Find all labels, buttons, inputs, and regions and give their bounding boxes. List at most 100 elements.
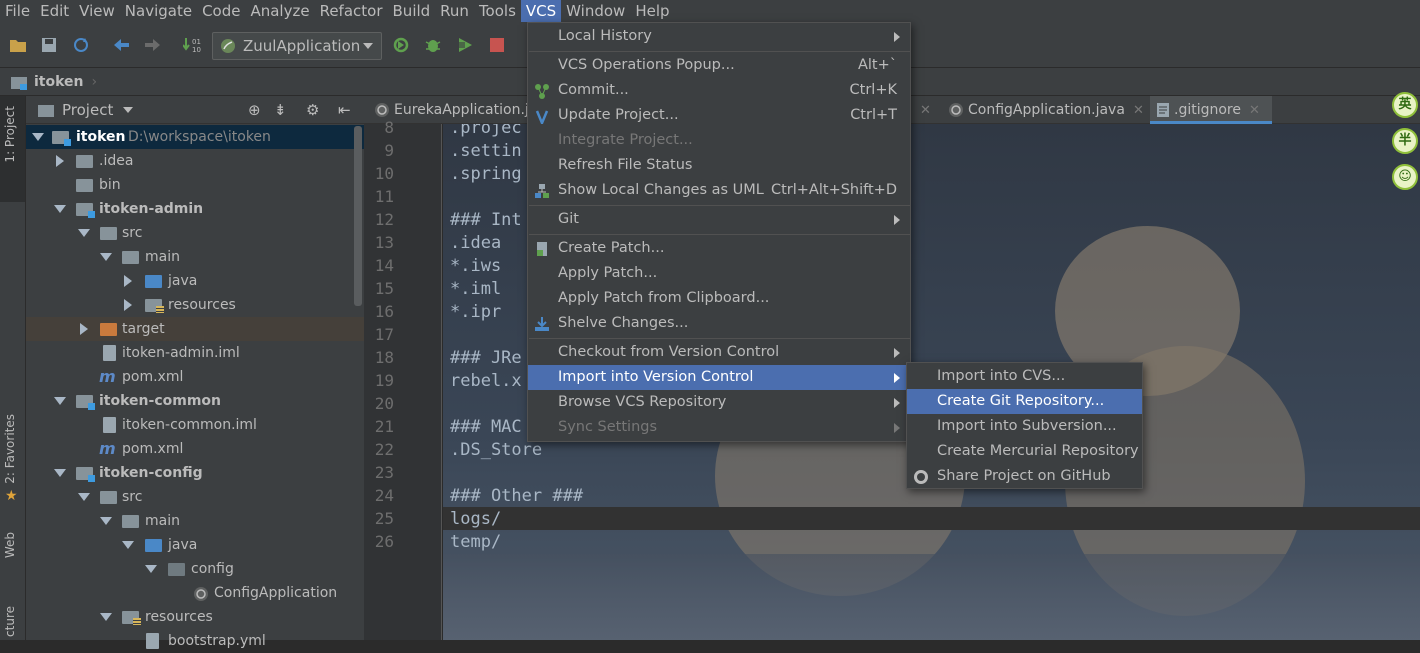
tab-close-hidden[interactable]: ✕	[912, 96, 931, 124]
menu-item-update-project[interactable]: Update Project... Ctrl+T	[528, 103, 910, 128]
expand-arrow-icon[interactable]	[54, 469, 66, 477]
tree-row-common-pom[interactable]: m pom.xml	[26, 437, 364, 461]
menu-vcs[interactable]: VCS	[520, 0, 562, 22]
expand-arrow-icon[interactable]	[32, 133, 44, 141]
menu-help[interactable]: Help	[630, 0, 674, 22]
tab-eureka-application[interactable]: EurekaApplication.j	[370, 96, 530, 124]
tree-row-admin-pom[interactable]: m pom.xml	[26, 365, 364, 389]
favorites-tool-tab[interactable]: 2: Favorites	[3, 414, 17, 484]
menu-item-local-history[interactable]: Local History	[528, 24, 910, 49]
submenu-item-github[interactable]: Share Project on GitHub	[907, 464, 1142, 489]
coverage-icon[interactable]	[455, 35, 475, 55]
expand-arrow-icon[interactable]	[100, 517, 112, 525]
tree-row-idea[interactable]: .idea	[26, 149, 364, 173]
menu-navigate[interactable]: Navigate	[120, 0, 197, 22]
submenu-item-svn[interactable]: Import into Subversion...	[907, 414, 1142, 439]
tree-row-itoken-common[interactable]: itoken-common	[26, 389, 364, 413]
rerun-icon[interactable]	[391, 35, 411, 55]
structure-tool-tab[interactable]: cture	[3, 606, 17, 637]
close-icon[interactable]: ✕	[1133, 103, 1144, 118]
menu-item-apply-patch-clipboard[interactable]: Apply Patch from Clipboard...	[528, 286, 910, 311]
web-tool-tab[interactable]: Web	[3, 532, 17, 558]
expand-arrow-icon[interactable]	[145, 565, 157, 573]
menu-item-vcs-operations[interactable]: VCS Operations Popup... Alt+`	[528, 53, 910, 78]
expand-arrow-icon[interactable]	[54, 205, 66, 213]
collapse-arrow-icon[interactable]	[124, 275, 132, 287]
expand-arrow-icon[interactable]	[122, 541, 134, 549]
tree-row-itoken[interactable]: itoken D:\workspace\itoken	[26, 125, 364, 149]
tree-row-java[interactable]: java	[26, 269, 364, 293]
menu-item-checkout[interactable]: Checkout from Version Control	[528, 340, 910, 365]
close-icon[interactable]: ✕	[920, 103, 931, 118]
menu-build[interactable]: Build	[388, 0, 436, 22]
menu-item-shelve-changes[interactable]: Shelve Changes...	[528, 311, 910, 336]
tree-row-itoken-admin[interactable]: itoken-admin	[26, 197, 364, 221]
ime-mascot-icon[interactable]: ☺	[1392, 164, 1418, 190]
tree-row-src[interactable]: src	[26, 221, 364, 245]
expand-arrow-icon[interactable]	[100, 253, 112, 261]
close-icon[interactable]: ✕	[1249, 103, 1260, 118]
tree-row-itoken-config[interactable]: itoken-config	[26, 461, 364, 485]
tree-row-common-iml[interactable]: itoken-common.iml	[26, 413, 364, 437]
tree-row-configapplication[interactable]: ConfigApplication	[26, 581, 364, 605]
tree-row-config-main[interactable]: main	[26, 509, 364, 533]
tree-row-admin-iml[interactable]: itoken-admin.iml	[26, 341, 364, 365]
tree-row-target[interactable]: target	[26, 317, 364, 341]
tree-row-bootstrap[interactable]: bootstrap.yml	[26, 629, 364, 653]
ime-language-button[interactable]: 英	[1392, 92, 1418, 118]
tree-row-config-src[interactable]: src	[26, 485, 364, 509]
menu-analyze[interactable]: Analyze	[245, 0, 314, 22]
menu-item-import-vc[interactable]: Import into Version Control	[528, 365, 910, 390]
menu-item-show-local-changes[interactable]: Show Local Changes as UML Ctrl+Alt+Shift+…	[528, 178, 910, 203]
breadcrumb[interactable]: itoken	[34, 74, 84, 90]
tab-gitignore[interactable]: .gitignore ✕	[1150, 96, 1272, 124]
run-configuration-select[interactable]: ZuulApplication	[212, 32, 382, 60]
tab-config-application[interactable]: ConfigApplication.java ✕	[944, 96, 1144, 124]
build-project-icon[interactable]: 01 10	[183, 35, 203, 55]
submenu-item-cvs[interactable]: Import into CVS...	[907, 364, 1142, 389]
debug-bug-icon[interactable]	[423, 35, 443, 55]
sync-icon[interactable]	[71, 35, 91, 55]
menu-edit[interactable]: Edit	[35, 0, 74, 22]
menu-item-browse-repo[interactable]: Browse VCS Repository	[528, 390, 910, 415]
menu-run[interactable]: Run	[435, 0, 474, 22]
expand-arrow-icon[interactable]	[100, 613, 112, 621]
menu-view[interactable]: View	[74, 0, 120, 22]
hide-panel-icon[interactable]: ⇤	[338, 101, 351, 119]
chevron-down-icon[interactable]	[123, 106, 134, 113]
expand-arrow-icon[interactable]	[54, 397, 66, 405]
gear-icon[interactable]: ⚙	[306, 101, 319, 119]
menu-item-git[interactable]: Git	[528, 207, 910, 232]
stop-icon[interactable]	[487, 35, 507, 55]
tree-row-config-resources[interactable]: resources	[26, 605, 364, 629]
save-icon[interactable]	[39, 35, 59, 55]
collapse-arrow-icon[interactable]	[80, 323, 88, 335]
collapse-arrow-icon[interactable]	[56, 155, 64, 167]
tree-row-resources[interactable]: resources	[26, 293, 364, 317]
open-folder-icon[interactable]	[8, 35, 28, 55]
tree-scrollbar[interactable]	[354, 126, 362, 306]
submenu-item-create-git[interactable]: Create Git Repository...	[907, 389, 1142, 414]
menu-tools[interactable]: Tools	[474, 0, 521, 22]
menu-window[interactable]: Window	[561, 0, 630, 22]
project-tool-tab[interactable]: 1: Project	[3, 106, 17, 163]
menu-item-create-patch[interactable]: Create Patch...	[528, 236, 910, 261]
expand-arrow-icon[interactable]	[78, 493, 90, 501]
menu-refactor[interactable]: Refactor	[315, 0, 388, 22]
menu-code[interactable]: Code	[197, 0, 245, 22]
project-panel-title[interactable]: Project	[62, 101, 113, 119]
menu-item-refresh-status[interactable]: Refresh File Status	[528, 153, 910, 178]
expand-arrow-icon[interactable]	[78, 229, 90, 237]
menu-item-commit[interactable]: Commit... Ctrl+K	[528, 78, 910, 103]
collapse-all-icon[interactable]: ⇟	[274, 101, 287, 119]
ime-width-button[interactable]: 半	[1392, 128, 1418, 154]
tree-row-config-java[interactable]: java	[26, 533, 364, 557]
forward-arrow-icon[interactable]	[143, 35, 163, 55]
back-arrow-icon[interactable]	[111, 35, 131, 55]
menu-item-apply-patch[interactable]: Apply Patch...	[528, 261, 910, 286]
crosshair-icon[interactable]: ⊕	[248, 101, 261, 119]
tree-row-main[interactable]: main	[26, 245, 364, 269]
tree-row-config-package[interactable]: config	[26, 557, 364, 581]
menu-file[interactable]: File	[0, 0, 35, 22]
tree-row-bin[interactable]: bin	[26, 173, 364, 197]
